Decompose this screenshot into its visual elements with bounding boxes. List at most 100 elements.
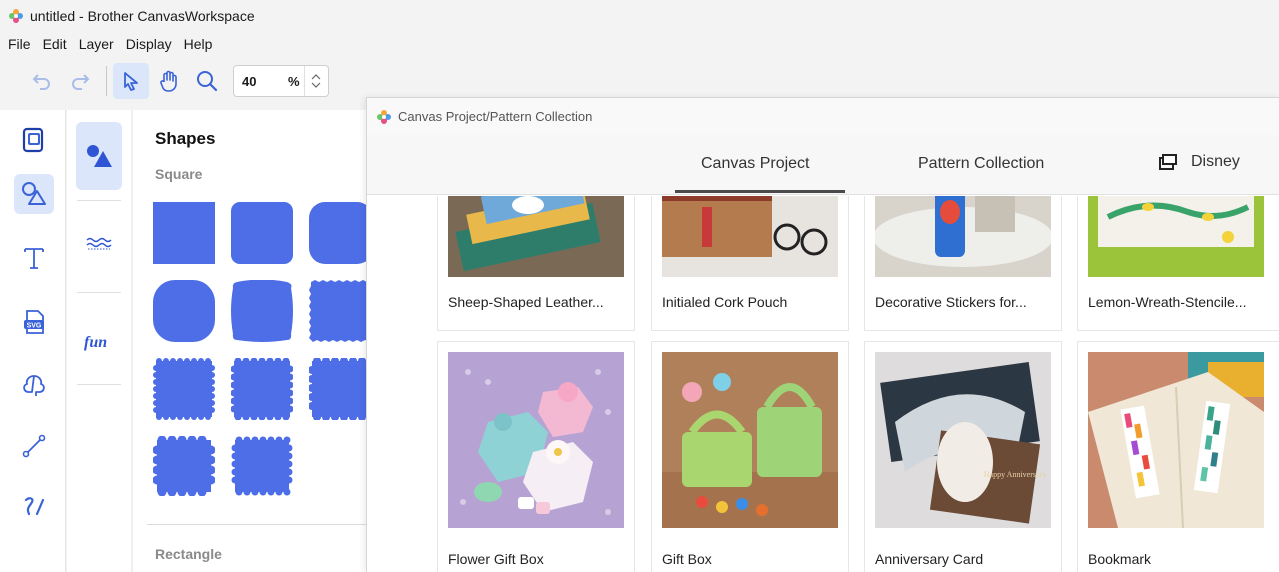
window-icon	[1159, 154, 1177, 170]
svg-text:fun: fun	[84, 334, 107, 351]
menu-layer[interactable]: Layer	[73, 36, 120, 52]
rail-pen-button[interactable]	[14, 486, 54, 526]
project-card[interactable]: Gift Box	[651, 341, 849, 572]
svg-icon: SVG	[24, 310, 44, 334]
project-thumbnail[interactable]	[662, 352, 838, 528]
section-rectangle: Rectangle	[155, 546, 222, 562]
dialog-title-bar: Canvas Project/Pattern Collection	[367, 98, 1279, 135]
category-divider	[77, 292, 121, 293]
select-arrow-icon	[124, 72, 138, 91]
rail-svg-button[interactable]: SVG	[14, 302, 54, 342]
tab-disney[interactable]: Disney	[1159, 153, 1240, 171]
select-tool-button[interactable]	[113, 63, 149, 99]
shapes-panel: Shapes Square Rectangle	[132, 110, 373, 572]
redo-button[interactable]	[62, 63, 98, 99]
project-thumbnail[interactable]	[662, 196, 838, 277]
project-title: Sheep-Shaped Leather...	[448, 294, 604, 310]
zoom-stepper[interactable]	[304, 66, 326, 96]
shape-rounded-square-large[interactable]	[309, 202, 373, 264]
redo-icon	[72, 74, 90, 90]
undo-button[interactable]	[24, 63, 60, 99]
rail-line-button[interactable]	[14, 426, 54, 466]
app-logo-icon	[9, 9, 23, 23]
wave-line-icon	[86, 237, 112, 250]
tab-canvas-project[interactable]: Canvas Project	[701, 155, 810, 173]
rail-text-button[interactable]	[14, 238, 54, 278]
zoom-tool-button[interactable]	[189, 63, 225, 99]
svg-text:SVG: SVG	[27, 323, 42, 330]
shape-zigzag-square[interactable]	[309, 280, 373, 342]
project-thumbnail[interactable]	[1088, 352, 1264, 528]
card-greeting-text: Happy Anniversary	[984, 470, 1046, 479]
canvas-project-dialog: Canvas Project/Pattern Collection Canvas…	[366, 97, 1279, 572]
rail-shapes-button[interactable]	[14, 174, 54, 214]
project-thumbnail[interactable]	[875, 196, 1051, 277]
menu-bar: File Edit Layer Display Help	[0, 33, 218, 55]
project-card[interactable]: Happy Anniversary Anniversary Card	[864, 341, 1062, 572]
shape-category-column: fun	[67, 110, 131, 572]
project-thumbnail[interactable]	[448, 352, 624, 528]
app-logo-icon	[377, 109, 391, 124]
shape-convex-square[interactable]	[231, 280, 293, 342]
menu-help[interactable]: Help	[178, 36, 219, 52]
category-divider	[77, 200, 121, 201]
project-grid: Sheep-Shaped Leather... Initialed Cork P…	[367, 196, 1279, 572]
project-card[interactable]: Bookmark	[1077, 341, 1279, 572]
fun-text-icon: fun	[84, 334, 107, 351]
section-square: Square	[155, 166, 203, 182]
chevron-up-icon[interactable]	[311, 73, 321, 81]
title-bar: untitled - Brother CanvasWorkspace	[0, 0, 1279, 32]
rail-project-button[interactable]	[14, 120, 54, 160]
category-basic-shapes[interactable]	[76, 122, 122, 190]
section-divider	[147, 524, 373, 525]
project-thumbnail[interactable]	[1088, 196, 1264, 277]
triangle-circle-icon	[87, 145, 112, 167]
active-tab-indicator	[675, 190, 845, 193]
left-tool-rail: SVG	[0, 110, 66, 572]
toolbar-separator	[106, 66, 107, 96]
zoom-value[interactable]: 40	[234, 74, 288, 89]
project-card[interactable]: Flower Gift Box	[437, 341, 635, 572]
project-title: Flower Gift Box	[448, 551, 544, 567]
shape-scalloped-square-2[interactable]	[231, 358, 293, 420]
tab-disney-label: Disney	[1191, 153, 1240, 170]
zoom-unit: %	[288, 73, 300, 89]
hand-icon	[160, 70, 177, 92]
project-title: Anniversary Card	[875, 551, 984, 567]
dialog-title: Canvas Project/Pattern Collection	[398, 109, 593, 124]
shape-square[interactable]	[153, 202, 215, 264]
tab-pattern-collection[interactable]: Pattern Collection	[918, 155, 1044, 173]
shape-rounded-square[interactable]	[231, 202, 293, 264]
shape-scalloped-square[interactable]	[153, 358, 215, 420]
zoom-icon	[197, 71, 218, 92]
project-thumbnail[interactable]: Happy Anniversary	[875, 352, 1051, 528]
pen-icon	[24, 497, 45, 516]
rail-outline-button[interactable]	[14, 366, 54, 406]
project-title: Initialed Cork Pouch	[662, 294, 788, 310]
shape-scalloped-square-3[interactable]	[309, 358, 373, 420]
window-title: untitled - Brother CanvasWorkspace	[30, 8, 255, 24]
project-card[interactable]: Sheep-Shaped Leather...	[437, 196, 635, 331]
menu-display[interactable]: Display	[120, 36, 178, 52]
chevron-down-icon[interactable]	[311, 81, 321, 89]
menu-file[interactable]: File	[2, 36, 37, 52]
hand-tool-button[interactable]	[151, 63, 187, 99]
shape-squircle[interactable]	[153, 280, 215, 342]
project-icon	[22, 127, 44, 153]
project-title: Bookmark	[1088, 551, 1152, 567]
shapes-icon	[22, 182, 46, 205]
project-title: Gift Box	[662, 551, 712, 567]
project-card[interactable]: Lemon-Wreath-Stencile...	[1077, 196, 1279, 331]
project-card[interactable]: Initialed Cork Pouch	[651, 196, 849, 331]
project-title: Decorative Stickers for...	[875, 294, 1027, 310]
zoom-field[interactable]: 40 %	[233, 65, 329, 97]
project-title: Lemon-Wreath-Stencile...	[1088, 294, 1247, 310]
project-card[interactable]: Decorative Stickers for...	[864, 196, 1062, 331]
cloud-outline-icon	[23, 375, 45, 396]
shape-scalloped-square-5[interactable]	[231, 436, 293, 496]
shape-scalloped-square-4[interactable]	[153, 436, 215, 496]
category-decorative-lines[interactable]	[76, 210, 122, 278]
project-thumbnail[interactable]	[448, 196, 624, 277]
menu-edit[interactable]: Edit	[37, 36, 73, 52]
category-fun[interactable]: fun	[76, 306, 122, 374]
